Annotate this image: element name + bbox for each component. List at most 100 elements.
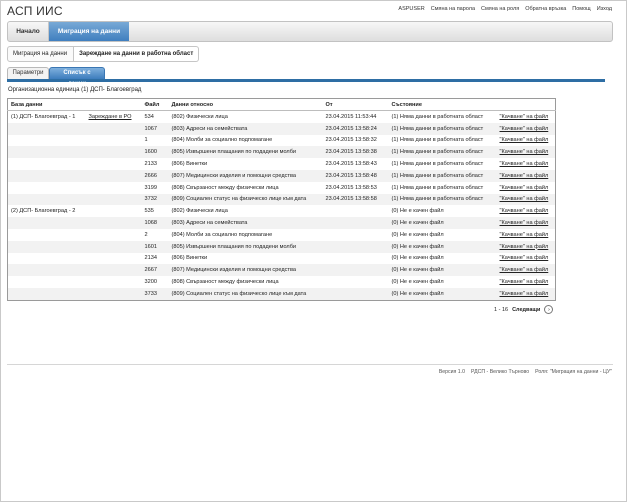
cell-date: 23.04.2015 11:53:44	[325, 113, 377, 120]
load-to-workarea-link[interactable]: Зареждане в РО	[89, 114, 132, 120]
cell-status: (0) Не е качен файл	[391, 255, 444, 262]
table-row: 2133 (806) Винетки 23.04.2015 13:58:43 (1) …	[8, 158, 556, 170]
table-cell	[85, 287, 142, 301]
upload-file-link[interactable]: "Качване" на файл	[500, 185, 549, 191]
table-cell	[86, 276, 142, 288]
table-cell	[86, 182, 142, 194]
upload-file-link[interactable]: "Качване" на файл	[500, 220, 549, 226]
table-cell	[322, 240, 389, 253]
cell-file-id: 1067	[144, 125, 157, 132]
table-cell: 3733	[141, 287, 169, 301]
table-cell: (804) Молби за социално подпомагане	[169, 135, 323, 147]
upload-file-link[interactable]: "Качване" на файл	[500, 244, 549, 250]
cell-status: (0) Не е качен файл	[391, 220, 444, 227]
table-cell: 23.04.2015 11:53:44	[323, 111, 389, 123]
cell-data-about: (807) Медицински изделия и помощни средс…	[171, 267, 296, 274]
cell-file-id: 534	[144, 113, 154, 120]
column-header-upload	[496, 98, 556, 111]
table-cell: (0) Не е качен файл	[389, 253, 497, 265]
cell-file-id: 3733	[144, 290, 157, 297]
cell-data-about: (804) Молби за социално подпомагане	[171, 231, 273, 238]
table-cell	[8, 276, 86, 288]
feedback-link[interactable]: Обратна връзка	[525, 6, 566, 12]
upload-file-link[interactable]: "Качване" на файл	[500, 196, 549, 202]
table-cell	[8, 158, 86, 170]
cell-status: (1) Няма данни в работната област	[391, 161, 484, 168]
table-cell	[7, 146, 86, 159]
table-cell: 1067	[141, 122, 169, 135]
tab-data-list[interactable]: Списък с данни	[49, 67, 105, 87]
table-cell	[7, 240, 86, 253]
next-page-button[interactable]: Следващи	[512, 307, 540, 313]
table-cell: (1) Няма данни в работната област	[388, 193, 497, 206]
upload-file-link[interactable]: "Качване" на файл	[500, 255, 549, 261]
table-row: 2666 (807) Медицински изделия и помощни с…	[7, 169, 556, 182]
cell-file-id: 2666	[144, 172, 157, 179]
table-cell: 2	[142, 229, 169, 241]
chevron-right-circle-icon[interactable]: ›	[544, 305, 554, 314]
table-cell	[86, 229, 142, 241]
cell-file-id: 535	[144, 208, 154, 215]
table-cell: (0) Не е качен файл	[389, 229, 497, 241]
cell-data-about: (806) Винетки	[171, 161, 208, 168]
user-link[interactable]: ASPUSER	[398, 6, 424, 12]
breadcrumb-item-migration[interactable]: Миграция на данни	[7, 46, 75, 62]
table-cell: (0) Не е качен файл	[388, 240, 497, 253]
table-cell: 23.04.2015 13:58:43	[323, 158, 389, 170]
cell-file-id: 1601	[144, 243, 157, 250]
cell-file-id: 2134	[144, 255, 157, 262]
cell-file-id: 1	[144, 137, 148, 144]
help-link[interactable]: Помощ	[572, 6, 590, 12]
upload-file-link[interactable]: "Качване" на файл	[500, 161, 549, 167]
nav-tab-data-migration[interactable]: Миграция на данни	[49, 22, 129, 41]
change-password-link[interactable]: Смяна на парола	[431, 6, 475, 12]
table-row: 1600 (805) Извършени плащания по подадени…	[7, 146, 556, 159]
nav-tab-home[interactable]: Начало	[8, 22, 49, 41]
upload-file-link[interactable]: "Качване" на файл	[500, 173, 549, 179]
upload-file-link[interactable]: "Качване" на файл	[500, 137, 549, 143]
table-row: 2134 (806) Винетки (0) Не е качен файл "Кач…	[8, 253, 556, 265]
change-role-link[interactable]: Смяна на роля	[481, 6, 519, 12]
table-cell: (0) Не е качен файл	[389, 276, 497, 288]
cell-status: (1) Няма данни в работната област	[391, 125, 484, 132]
table-cell: Зареждане в РО	[86, 111, 142, 123]
cell-data-about: (802) Физически лица	[171, 208, 228, 215]
upload-file-link[interactable]: "Качване" на файл	[500, 208, 549, 214]
upload-file-link[interactable]: "Качване" на файл	[500, 232, 549, 238]
upload-file-link[interactable]: "Качване" на файл	[500, 291, 549, 297]
table-cell	[323, 276, 389, 288]
table-cell: (1) Няма данни в работната област	[388, 169, 497, 182]
table-cell: (808) Свързаност между физически лица	[169, 276, 323, 288]
breadcrumb-item-current: Зареждане на данни в работна област	[74, 46, 200, 62]
table-cell: (802) Физически лица	[169, 111, 323, 123]
cell-date: 23.04.2015 13:58:32	[325, 137, 377, 144]
table-cell	[7, 122, 86, 135]
upload-file-link[interactable]: "Качване" на файл	[500, 149, 549, 155]
cell-data-about: (809) Социален статус на физическо лице …	[171, 196, 307, 203]
tab-parameters[interactable]: Параметри	[7, 67, 49, 79]
cell-status: (0) Не е качен файл	[391, 208, 444, 215]
footer-role: Роля: "Миграция на данни - ЦУ"	[535, 369, 612, 375]
footer-organization: РДСП - Велико Търново	[471, 369, 530, 375]
cell-file-id: 1600	[144, 149, 157, 156]
upload-file-link[interactable]: "Качване" на файл	[500, 114, 549, 120]
logout-link[interactable]: Изход	[597, 6, 612, 12]
cell-data-about: (809) Социален статус на физическо лице …	[171, 290, 307, 297]
cell-status: (0) Не е качен файл	[391, 243, 444, 250]
table-cell: "Качване" на файл	[496, 193, 556, 206]
upload-file-link[interactable]: "Качване" на файл	[500, 126, 549, 132]
column-header-from: От	[322, 98, 389, 111]
cell-data-about: (803) Адреси на семействата	[171, 220, 248, 227]
cell-file-id: 3200	[144, 279, 157, 286]
table-cell: (0) Не е качен файл	[388, 287, 497, 301]
cell-status: (0) Не е качен файл	[391, 279, 444, 286]
table-cell: "Качване" на файл	[497, 135, 556, 147]
table-cell	[7, 264, 86, 277]
table-cell: (805) Извършени плащания по подадени мол…	[168, 240, 323, 253]
table-cell	[7, 169, 86, 182]
cell-status: (1) Няма данни в работната област	[391, 172, 484, 179]
upload-file-link[interactable]: "Качване" на файл	[500, 279, 549, 285]
cell-data-about: (805) Извършени плащания по подадени мол…	[171, 149, 297, 156]
upload-file-link[interactable]: "Качване" на файл	[500, 267, 549, 273]
table-row: 3200 (808) Свързаност между физически лиц…	[8, 276, 556, 288]
